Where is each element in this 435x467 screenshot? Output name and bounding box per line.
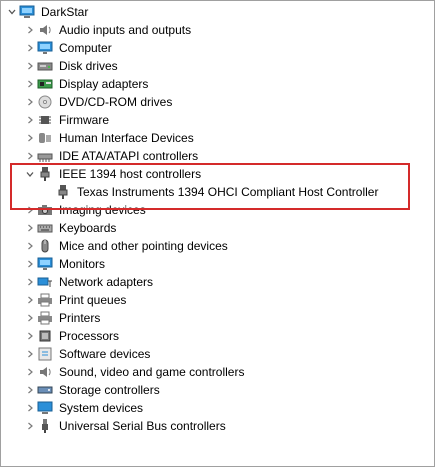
expand-chevron-icon[interactable] bbox=[23, 273, 37, 291]
tree-item-label: Storage controllers bbox=[59, 383, 160, 397]
tree-root-label: DarkStar bbox=[41, 5, 89, 19]
keyboard-icon bbox=[37, 220, 53, 236]
monitor-icon bbox=[37, 256, 53, 272]
expand-chevron-icon[interactable] bbox=[23, 399, 37, 417]
tree-item[interactable]: Mice and other pointing devices bbox=[23, 237, 228, 255]
tree-item-label: Disk drives bbox=[59, 59, 118, 73]
tree-item[interactable]: Network adapters bbox=[23, 273, 153, 291]
expand-chevron-icon[interactable] bbox=[23, 57, 37, 75]
tree-item-label: Keyboards bbox=[59, 221, 117, 235]
tree-item[interactable]: Sound, video and game controllers bbox=[23, 363, 244, 381]
expand-chevron-icon[interactable] bbox=[23, 327, 37, 345]
tree-item[interactable]: DVD/CD-ROM drives bbox=[23, 93, 172, 111]
tree-item-label: Display adapters bbox=[59, 77, 149, 91]
software-device-icon bbox=[37, 346, 53, 362]
tree-item-label: Print queues bbox=[59, 293, 127, 307]
printer-icon bbox=[37, 310, 53, 326]
tree-item[interactable]: Storage controllers bbox=[23, 381, 160, 399]
tree-item[interactable]: Firmware bbox=[23, 111, 109, 129]
tree-item-label: Printers bbox=[59, 311, 101, 325]
tree-item-label: Mice and other pointing devices bbox=[59, 239, 228, 253]
expand-chevron-icon[interactable] bbox=[23, 93, 37, 111]
tree-item-label: System devices bbox=[59, 401, 144, 415]
expand-chevron-icon[interactable] bbox=[23, 21, 37, 39]
tree-item[interactable]: Human Interface Devices bbox=[23, 129, 194, 147]
tree-item-label: Human Interface Devices bbox=[59, 131, 194, 145]
tree-item-label: Processors bbox=[59, 329, 120, 343]
tree-item-label: Software devices bbox=[59, 347, 151, 361]
tree-item[interactable]: Display adapters bbox=[23, 75, 148, 93]
tree-item-label: Universal Serial Bus controllers bbox=[59, 419, 226, 433]
expand-chevron-icon[interactable] bbox=[23, 363, 37, 381]
mouse-icon bbox=[37, 238, 53, 254]
tree-root[interactable]: DarkStar bbox=[5, 3, 88, 21]
tree-item[interactable]: Processors bbox=[23, 327, 119, 345]
expand-chevron-icon[interactable] bbox=[23, 237, 37, 255]
tree-item[interactable]: Printers bbox=[23, 309, 100, 327]
disk-drive-icon bbox=[37, 58, 53, 74]
storage-controller-icon bbox=[37, 382, 53, 398]
hid-icon bbox=[37, 130, 53, 146]
expand-chevron-icon[interactable] bbox=[23, 39, 37, 57]
tree-item[interactable]: Computer bbox=[23, 39, 112, 57]
tree-item-label: Firmware bbox=[59, 113, 109, 127]
tree-item[interactable]: Keyboards bbox=[23, 219, 116, 237]
collapse-chevron-icon[interactable] bbox=[5, 3, 19, 21]
expand-chevron-icon[interactable] bbox=[23, 381, 37, 399]
tree-item[interactable]: Audio inputs and outputs bbox=[23, 21, 191, 39]
highlight-box bbox=[10, 163, 410, 210]
tree-item[interactable]: Disk drives bbox=[23, 57, 118, 75]
tree-item-label: Network adapters bbox=[59, 275, 154, 289]
usb-plug-icon bbox=[37, 418, 53, 434]
speaker-icon bbox=[37, 364, 53, 380]
tree-item[interactable]: Print queues bbox=[23, 291, 126, 309]
expand-chevron-icon[interactable] bbox=[23, 345, 37, 363]
expand-chevron-icon[interactable] bbox=[23, 417, 37, 435]
display-adapter-icon bbox=[37, 76, 53, 92]
optical-drive-icon bbox=[37, 94, 53, 110]
expand-chevron-icon[interactable] bbox=[23, 129, 37, 147]
network-adapter-icon bbox=[37, 274, 53, 290]
expand-chevron-icon[interactable] bbox=[23, 111, 37, 129]
tree-item-label: Computer bbox=[59, 41, 112, 55]
tree-item[interactable]: Monitors bbox=[23, 255, 105, 273]
tree-item[interactable]: Software devices bbox=[23, 345, 150, 363]
tree-item-label: Sound, video and game controllers bbox=[59, 365, 245, 379]
cpu-icon bbox=[37, 328, 53, 344]
system-device-icon bbox=[37, 400, 53, 416]
expand-chevron-icon[interactable] bbox=[23, 75, 37, 93]
firmware-chip-icon bbox=[37, 112, 53, 128]
expand-chevron-icon[interactable] bbox=[23, 309, 37, 327]
monitor-icon bbox=[37, 40, 53, 56]
expand-chevron-icon[interactable] bbox=[23, 255, 37, 273]
ide-controller-icon bbox=[37, 148, 53, 164]
speaker-icon bbox=[37, 22, 53, 38]
tree-item-label: Monitors bbox=[59, 257, 106, 271]
printer-icon bbox=[37, 292, 53, 308]
expand-chevron-icon[interactable] bbox=[23, 291, 37, 309]
tree-item-label: Audio inputs and outputs bbox=[59, 23, 192, 37]
computer-root-icon bbox=[19, 4, 35, 20]
tree-item[interactable]: Universal Serial Bus controllers bbox=[23, 417, 226, 435]
expand-chevron-icon[interactable] bbox=[23, 219, 37, 237]
tree-item-label: DVD/CD-ROM drives bbox=[59, 95, 173, 109]
tree-item[interactable]: System devices bbox=[23, 399, 143, 417]
